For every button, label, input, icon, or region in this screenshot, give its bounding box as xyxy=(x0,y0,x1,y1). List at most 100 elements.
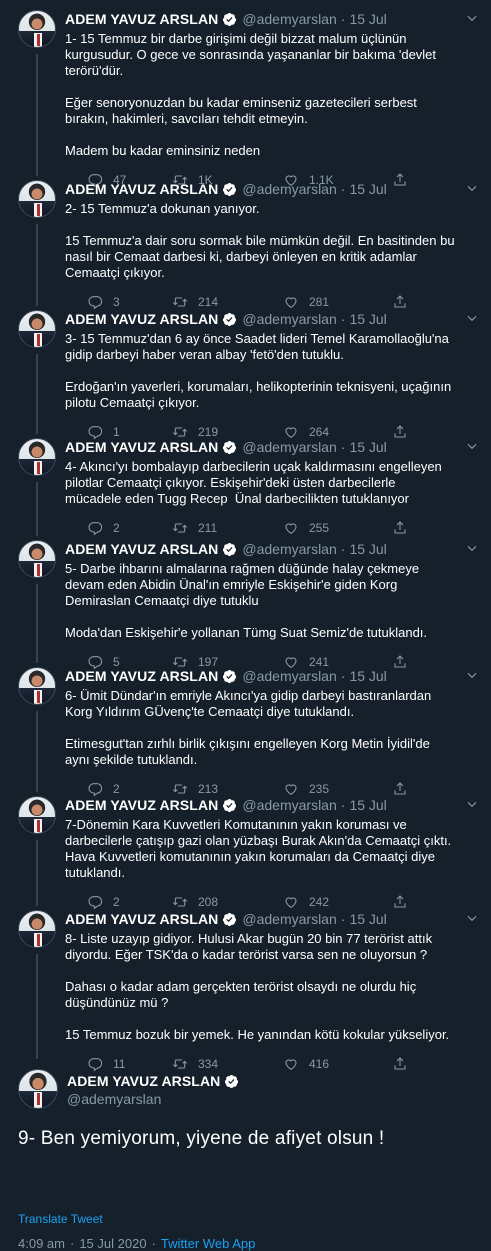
tweet-text-line: diyordu. Eğer TSK'da o kadar terörist va… xyxy=(65,947,428,962)
retweet-icon xyxy=(172,297,188,307)
separator-dot: · xyxy=(340,541,346,557)
tweet-text-line: Etimesgut'tan zırhlı birlik çıkışını eng… xyxy=(65,736,430,751)
tweet-text-line: devam eden Abidin Ünal'ın emriyle Eskişe… xyxy=(65,577,398,592)
retweet-button[interactable]: 208 xyxy=(172,893,218,911)
author-name[interactable]: ADEM YAVUZ ARSLAN xyxy=(65,181,218,197)
chevron-down-icon[interactable] xyxy=(465,311,479,325)
tweet-text-line xyxy=(65,127,481,143)
heart-icon xyxy=(285,297,297,308)
tweet-source-link[interactable]: Twitter Web App xyxy=(161,1236,255,1251)
author-handle[interactable]: @ademyarslan xyxy=(242,668,336,684)
author-name[interactable]: ADEM YAVUZ ARSLAN xyxy=(65,311,218,327)
reply-button[interactable]: 3 xyxy=(87,293,120,311)
author-name[interactable]: ADEM YAVUZ ARSLAN xyxy=(65,797,218,813)
tweet-date[interactable]: 15 Jul xyxy=(349,911,386,927)
tweet-text-line: nasıl bir Cemaat darbesi ki, darbeyi önl… xyxy=(65,249,417,264)
tweet-date[interactable]: 15 Jul xyxy=(349,311,386,327)
tweet-text-line xyxy=(65,217,481,233)
author-name[interactable]: ADEM YAVUZ ARSLAN xyxy=(65,668,218,684)
like-button[interactable]: 281 xyxy=(283,293,329,311)
reply-count: 2 xyxy=(113,521,120,535)
retweet-button[interactable]: 214 xyxy=(172,293,218,311)
tweet-date[interactable]: 15 Jul xyxy=(349,181,386,197)
chevron-down-icon[interactable] xyxy=(465,797,479,811)
chevron-down-icon[interactable] xyxy=(465,668,479,682)
reply-icon xyxy=(88,522,103,536)
reply-button[interactable]: 2 xyxy=(87,893,120,911)
tweet-text-line: 1- 15 Temmuz bir darbe girişimi değil bi… xyxy=(65,31,407,46)
thread-connector xyxy=(36,584,38,663)
like-button[interactable]: 416 xyxy=(283,1055,329,1073)
avatar[interactable] xyxy=(18,796,56,834)
retweet-icon xyxy=(172,1059,188,1069)
author-handle[interactable]: @ademyarslan xyxy=(242,11,336,27)
verified-badge-icon xyxy=(223,542,237,556)
author-name[interactable]: ADEM YAVUZ ARSLAN xyxy=(65,11,218,27)
reply-button[interactable]: 11 xyxy=(87,1055,125,1073)
main-author[interactable]: ADEM YAVUZ ARSLAN xyxy=(67,1073,244,1089)
share-button[interactable] xyxy=(392,519,418,537)
like-count: 281 xyxy=(309,295,330,309)
avatar[interactable] xyxy=(18,910,56,948)
chevron-down-icon[interactable] xyxy=(465,911,479,925)
chevron-down-icon[interactable] xyxy=(465,181,479,195)
tweet-time[interactable]: 4:09 am xyxy=(18,1236,65,1251)
share-button[interactable] xyxy=(392,893,418,911)
like-button[interactable]: 255 xyxy=(283,519,329,537)
avatar[interactable] xyxy=(18,667,56,705)
translate-link[interactable]: Translate Tweet xyxy=(18,1212,103,1226)
share-button[interactable] xyxy=(392,293,418,311)
thread-connector xyxy=(36,954,38,1059)
tweet-text-line: Korg Yıldırım GÜvenç'te Cemaatçi diye tu… xyxy=(65,704,355,719)
author-handle[interactable]: @ademyarslan xyxy=(242,541,336,557)
tweet-date[interactable]: 15 Jul xyxy=(349,439,386,455)
tweet-text-line: terörü'dür. xyxy=(65,63,124,78)
tweet-date[interactable]: 15 Jul 2020 xyxy=(79,1236,146,1251)
tweet-text-line: Madem bu kadar eminsiniz neden xyxy=(65,143,261,158)
tweet-date[interactable]: 15 Jul xyxy=(349,541,386,557)
tweet-text-line: 8- Liste uzayıp gidiyor. Hulusi Akar bug… xyxy=(65,931,433,946)
tweet-text-line: Demiraslan Cemaatçi diye tutuklu xyxy=(65,593,259,608)
avatar[interactable] xyxy=(18,10,56,48)
avatar[interactable] xyxy=(18,438,56,476)
tweet-text-line xyxy=(65,363,481,379)
reply-count: 2 xyxy=(113,895,120,909)
tweet-text-line: bırakın, hakimleri, savcıları tehdit etm… xyxy=(65,111,308,126)
tweet-date[interactable]: 15 Jul xyxy=(349,11,386,27)
avatar[interactable] xyxy=(18,540,56,578)
separator-dot: · xyxy=(340,911,346,927)
reply-icon xyxy=(88,296,103,310)
author-handle[interactable]: @ademyarslan xyxy=(242,311,336,327)
author-name[interactable]: ADEM YAVUZ ARSLAN xyxy=(65,439,218,455)
author-name[interactable]: ADEM YAVUZ ARSLAN xyxy=(67,1073,220,1089)
retweet-count: 214 xyxy=(198,295,219,309)
tweet-date[interactable]: 15 Jul xyxy=(349,668,386,684)
author-name[interactable]: ADEM YAVUZ ARSLAN xyxy=(65,541,218,557)
author-handle[interactable]: @ademyarslan xyxy=(242,181,336,197)
retweet-button[interactable]: 334 xyxy=(172,1055,218,1073)
author-handle[interactable]: @ademyarslan xyxy=(67,1091,161,1107)
author-handle[interactable]: @ademyarslan xyxy=(242,911,336,927)
reply-button[interactable]: 2 xyxy=(87,519,120,537)
author-handle[interactable]: @ademyarslan xyxy=(242,797,336,813)
retweet-button[interactable]: 211 xyxy=(172,519,217,537)
tweet-text-line: darbecilerle çatışıp gazi olan yüzbaşı B… xyxy=(65,833,452,848)
share-button[interactable] xyxy=(392,1055,418,1073)
like-button[interactable]: 242 xyxy=(283,893,329,911)
chevron-down-icon[interactable] xyxy=(465,11,479,25)
reply-icon xyxy=(88,896,103,910)
author-name[interactable]: ADEM YAVUZ ARSLAN xyxy=(65,911,218,927)
avatar[interactable] xyxy=(18,310,56,348)
author-handle[interactable]: @ademyarslan xyxy=(242,439,336,455)
chevron-down-icon[interactable] xyxy=(465,439,479,453)
tweet-text-line: kurgusudur. O gece ve sonrasında yaşanan… xyxy=(65,47,437,62)
tweet-text: 5- Darbe ihbarını almalarına rağmen düğü… xyxy=(65,561,481,641)
chevron-down-icon[interactable] xyxy=(465,541,479,555)
tweet-text-line: 7-Dönemin Kara Kuvvetleri Komutanının ya… xyxy=(65,817,407,832)
avatar[interactable] xyxy=(18,1069,58,1109)
avatar[interactable] xyxy=(18,180,56,218)
tweet-text-line: 4- Akıncı'yı bombalayıp darbecilerin uça… xyxy=(65,459,442,474)
heart-icon xyxy=(285,784,297,795)
tweet-date[interactable]: 15 Jul xyxy=(349,797,386,813)
tweet-text-line: düşündünüz mü ? xyxy=(65,995,169,1010)
